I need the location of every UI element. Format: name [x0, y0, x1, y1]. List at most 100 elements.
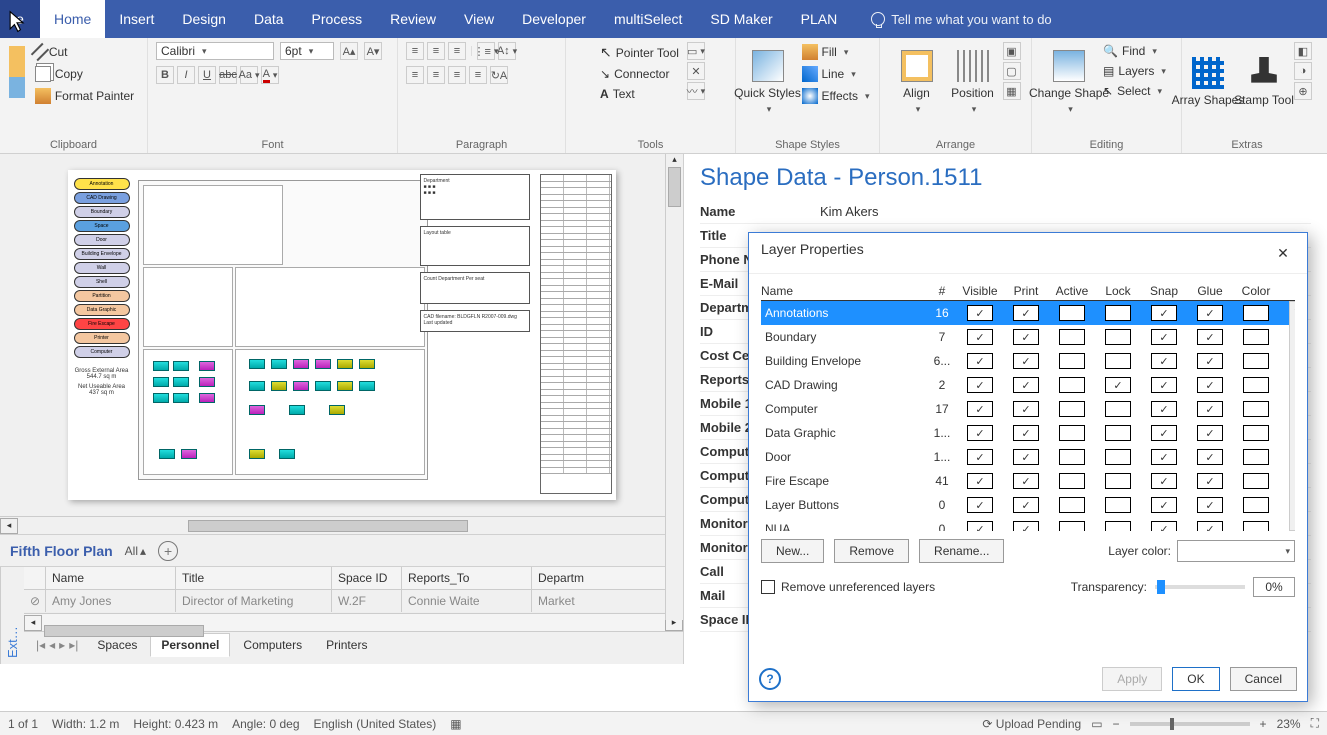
layer-checkbox[interactable]: [1197, 377, 1223, 393]
layer-checkbox[interactable]: [1151, 305, 1177, 321]
dialog-close-button[interactable]: ✕: [1271, 241, 1295, 265]
tab-plan[interactable]: PLAN: [787, 0, 852, 38]
layer-checkbox[interactable]: [1151, 521, 1177, 531]
tab-process[interactable]: Process: [298, 0, 377, 38]
layer-checkbox[interactable]: [1197, 449, 1223, 465]
layer-checkbox[interactable]: [1151, 353, 1177, 369]
grid-scroll-left[interactable]: ◂: [24, 615, 42, 631]
layer-checkbox[interactable]: [967, 449, 993, 465]
shape-data-row[interactable]: NameKim Akers: [700, 200, 1311, 224]
layer-checkbox[interactable]: [1197, 473, 1223, 489]
zoom-in-button[interactable]: +: [1260, 717, 1267, 731]
font-size-combo[interactable]: 6pt: [280, 42, 334, 60]
file-tab[interactable]: e: [0, 0, 40, 38]
format-painter-button[interactable]: Format Painter: [31, 86, 138, 106]
canvas-viewport[interactable]: AnnotationCAD DrawingBoundarySpaceDoorBu…: [0, 154, 683, 516]
layer-checkbox[interactable]: [1243, 401, 1269, 417]
grid-row[interactable]: ⊘ Amy Jones Director of Marketing W.2F C…: [24, 590, 683, 613]
sheet-computers[interactable]: Computers: [232, 633, 313, 657]
group-button[interactable]: ▦: [1003, 82, 1021, 100]
align-bot-button[interactable]: ≡: [448, 42, 466, 60]
layer-checkbox[interactable]: [967, 473, 993, 489]
status-lang[interactable]: English (United States): [314, 717, 437, 731]
text-direction-button[interactable]: A↕: [498, 42, 516, 60]
layer-checkbox[interactable]: [1013, 521, 1039, 531]
page-all-dropdown[interactable]: All ▴: [125, 544, 146, 558]
layer-checkbox[interactable]: [1059, 377, 1085, 393]
transparency-value[interactable]: 0%: [1253, 577, 1295, 597]
rotate-button[interactable]: ↻A: [490, 66, 508, 84]
tell-me-search[interactable]: Tell me what you want to do: [871, 0, 1051, 38]
add-page-button[interactable]: +: [158, 541, 178, 561]
grow-font-button[interactable]: A▴: [340, 42, 358, 60]
layer-checkbox[interactable]: [1105, 425, 1131, 441]
help-button[interactable]: ?: [759, 668, 781, 690]
array-shapes-button[interactable]: Array Shapes: [1182, 42, 1234, 122]
copy-button[interactable]: Copy: [31, 64, 138, 84]
rectangle-tool-button[interactable]: ▭: [687, 42, 705, 60]
tab-sdmaker[interactable]: SD Maker: [696, 0, 786, 38]
layer-checkbox[interactable]: [1197, 305, 1223, 321]
layer-checkbox[interactable]: [1151, 449, 1177, 465]
rename-layer-button[interactable]: Rename...: [919, 539, 1004, 563]
effects-button[interactable]: Effects: [798, 86, 874, 106]
layer-checkbox[interactable]: [1013, 449, 1039, 465]
canvas-vscroll[interactable]: ▴: [665, 154, 683, 620]
align-center-button[interactable]: ≡: [427, 66, 445, 84]
layer-row[interactable]: Computer17: [761, 397, 1295, 421]
align-left-button[interactable]: ≡: [406, 66, 424, 84]
extra2-button[interactable]: ◑: [1294, 62, 1312, 80]
layer-checkbox[interactable]: [1197, 521, 1223, 531]
layer-checkbox[interactable]: [1059, 353, 1085, 369]
layer-checkbox[interactable]: [1013, 401, 1039, 417]
layer-checkbox[interactable]: [1151, 401, 1177, 417]
tab-home[interactable]: Home: [40, 0, 105, 38]
layer-checkbox[interactable]: [1197, 353, 1223, 369]
layer-checkbox[interactable]: [1243, 473, 1269, 489]
layer-checkbox[interactable]: [1013, 425, 1039, 441]
layer-checkbox[interactable]: [1013, 305, 1039, 321]
zoom-value[interactable]: 23%: [1277, 717, 1301, 731]
line-button[interactable]: Line: [798, 64, 874, 84]
paste-icon[interactable]: [9, 46, 25, 98]
tab-review[interactable]: Review: [376, 0, 450, 38]
connector-button[interactable]: ↘Connector: [596, 65, 683, 83]
layer-checkbox[interactable]: [1059, 473, 1085, 489]
sheet-printers[interactable]: Printers: [315, 633, 378, 657]
pointer-tool-button[interactable]: ↖Pointer Tool: [596, 42, 683, 63]
upload-status[interactable]: ⟳ Upload Pending: [982, 717, 1081, 731]
layer-checkbox[interactable]: [1105, 473, 1131, 489]
presentation-mode-button[interactable]: ▭: [1091, 717, 1102, 731]
bring-front-button[interactable]: ▣: [1003, 42, 1021, 60]
layer-checkbox[interactable]: [967, 377, 993, 393]
page-name[interactable]: Fifth Floor Plan: [10, 543, 113, 559]
layer-checkbox[interactable]: [1151, 497, 1177, 513]
tab-multiselect[interactable]: multiSelect: [600, 0, 696, 38]
font-face-combo[interactable]: Calibri: [156, 42, 274, 60]
layer-checkbox[interactable]: [1059, 497, 1085, 513]
tab-design[interactable]: Design: [168, 0, 240, 38]
position-button[interactable]: Position: [947, 42, 999, 122]
layer-row[interactable]: Door1...: [761, 445, 1295, 469]
layer-checkbox[interactable]: [967, 425, 993, 441]
layer-checkbox[interactable]: [1243, 353, 1269, 369]
layer-checkbox[interactable]: [967, 401, 993, 417]
canvas-hscroll[interactable]: [18, 518, 665, 534]
tab-insert[interactable]: Insert: [105, 0, 168, 38]
sheet-nav[interactable]: |◂◂▸▸|: [30, 638, 84, 652]
col-name[interactable]: Name: [46, 567, 176, 589]
layer-checkbox[interactable]: [1059, 305, 1085, 321]
bold-button[interactable]: B: [156, 66, 174, 84]
shrink-font-button[interactable]: A▾: [364, 42, 382, 60]
select-button[interactable]: ↖Select: [1099, 82, 1170, 100]
layer-checkbox[interactable]: [1105, 353, 1131, 369]
fit-page-button[interactable]: ⛶: [1311, 716, 1319, 731]
macro-icon[interactable]: ▦: [450, 717, 461, 731]
layer-list[interactable]: ▴ Annotations16Boundary7Building Envelop…: [761, 301, 1295, 531]
text-tool-button[interactable]: AText: [596, 85, 683, 103]
bullets-button[interactable]: ⋮≡: [477, 42, 495, 60]
layer-checkbox[interactable]: [1197, 497, 1223, 513]
quick-styles-button[interactable]: Quick Styles: [742, 42, 794, 122]
cut-button[interactable]: Cut: [31, 42, 138, 62]
layer-checkbox[interactable]: [1105, 305, 1131, 321]
